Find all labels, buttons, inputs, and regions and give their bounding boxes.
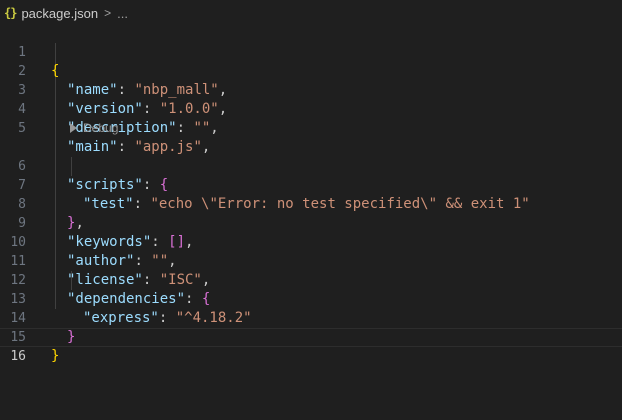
json-value: "" [193,120,211,136]
code-line[interactable]: 15 } [0,309,622,364]
code-line[interactable]: 7 "test": "echo \"Error: no test specifi… [0,157,622,212]
debug-codelens-label: Debug [83,120,119,135]
code-line[interactable]: 14 } [0,290,622,345]
breadcrumb-file[interactable]: package.json [21,6,98,21]
code-line[interactable]: 4 "description": "", [0,81,622,136]
chevron-right-icon: > [104,6,112,20]
breadcrumb: {} package.json > ... [0,0,622,26]
breadcrumb-more[interactable]: ... [117,6,128,21]
play-icon [70,122,77,133]
code-line[interactable]: 13 "express": "^4.18.2" [0,271,622,326]
code-line[interactable]: 3 "version": "1.0.0", [0,62,622,117]
code-line[interactable]: 1 { [0,24,622,79]
code-line[interactable]: 2 "name": "nbp_mall", [0,43,622,98]
close-brace: } [51,348,60,364]
code-line[interactable]: 12 "dependencies": { [0,252,622,307]
debug-codelens[interactable]: Debug [70,120,118,135]
comma: , [210,120,219,136]
line-number: 16 [10,349,26,364]
code-line[interactable]: 10 "author": "", [0,214,622,269]
code-line[interactable]: 9 "keywords": [], [0,195,622,250]
current-code-line[interactable]: 16 [0,328,622,364]
json-braces-icon: {} [4,6,17,20]
code-editor[interactable]: 1 { 2 "name": "nbp_mall", 3 "version": "… [0,24,622,420]
code-line[interactable]: 6 "scripts": { [0,138,622,193]
code-line[interactable]: 8 }, [0,176,622,231]
colon: : [176,120,194,136]
line-number: 5 [18,121,26,136]
code-line[interactable]: 5 "main": "app.js", [0,100,622,155]
code-line[interactable]: 11 "license": "ISC", [0,233,622,288]
